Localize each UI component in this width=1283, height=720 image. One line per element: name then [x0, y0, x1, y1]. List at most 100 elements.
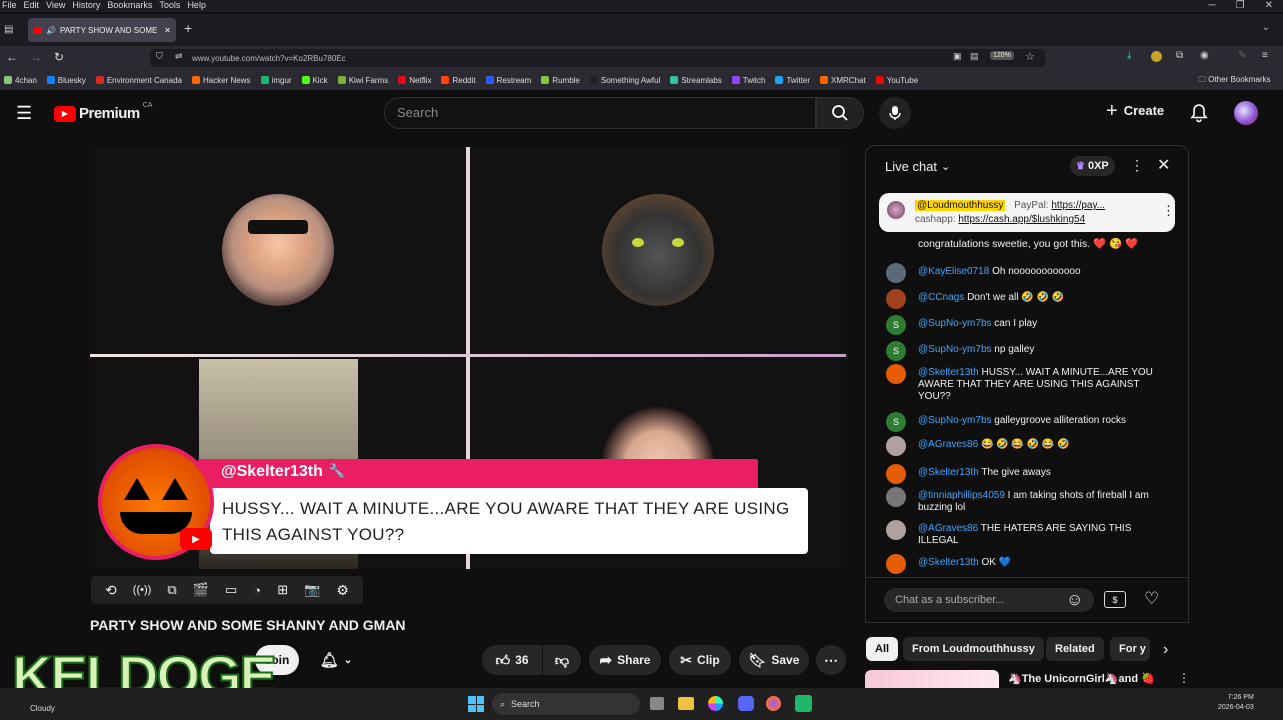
extension-icon[interactable] [1151, 51, 1162, 62]
audio-icon[interactable]: 🔊 [46, 26, 56, 35]
bookmark-item[interactable]: 4chan [4, 76, 37, 85]
theater-icon[interactable]: ▭ [225, 582, 237, 598]
chat-username[interactable]: @AGraves86 [918, 439, 978, 450]
youtube-logo[interactable]: ▶ Premium CA [54, 102, 152, 122]
chat-username[interactable]: @SupNo-ym7bs [918, 318, 992, 329]
menu-bookmarks[interactable]: Bookmarks [107, 0, 152, 12]
pen-icon[interactable]: ✎ [1238, 50, 1246, 61]
loop-icon[interactable]: ⟲ [105, 582, 117, 599]
pinned-link2[interactable]: https://cash.app/$lushking54 [958, 214, 1085, 225]
bookmark-item[interactable]: Netflix [398, 76, 431, 85]
filter-chip[interactable]: For y [1110, 637, 1150, 661]
hamburger-menu-icon[interactable]: ≡ [1262, 50, 1268, 61]
forward-icon[interactable]: → [30, 50, 42, 64]
account-avatar[interactable] [1234, 101, 1258, 125]
chevron-right-icon[interactable]: › [1163, 641, 1168, 659]
add-clip-icon[interactable]: ⊞ [277, 582, 288, 598]
chat-username[interactable]: @Skelter13th [918, 367, 979, 378]
new-tab-icon[interactable]: + [184, 20, 192, 36]
other-bookmarks[interactable]: 🗀 Other Bookmarks [1198, 74, 1270, 88]
permissions-icon[interactable]: ⇌ [175, 51, 183, 62]
discord-icon[interactable] [738, 696, 754, 711]
chat-message[interactable]: @AGraves86 THE HATERS ARE SAYING THIS IL… [886, 520, 1171, 548]
shield-icon[interactable]: ⛉ [156, 51, 163, 62]
copilot-icon[interactable] [708, 696, 723, 711]
dislike-button[interactable]: 👎︎ [543, 645, 581, 675]
speed-icon[interactable]: ◔ [253, 583, 261, 598]
close-tab-icon[interactable]: ✕ [164, 26, 171, 35]
picture-icon[interactable]: ▣ [953, 51, 962, 62]
chat-username[interactable]: @CCnags [918, 292, 964, 303]
chat-username[interactable]: @SupNo-ym7bs [918, 344, 992, 355]
bookmark-item[interactable]: Kick [301, 76, 328, 85]
minimize-icon[interactable]: ─ [1209, 0, 1216, 14]
reader-view-icon[interactable]: ▤ [970, 51, 979, 62]
camera-icon[interactable]: 📷 [304, 582, 320, 598]
more-actions-button[interactable]: ⋯ [816, 645, 846, 675]
chat-message[interactable]: @KayElise0718 Oh noooooooooooo [886, 263, 1171, 283]
search-input[interactable]: Search [384, 97, 816, 129]
maximize-icon[interactable]: ❐ [1236, 0, 1245, 14]
clip-button[interactable]: ✂ Clip [669, 645, 731, 675]
bookmark-item[interactable]: imgur [260, 76, 292, 85]
file-explorer-icon[interactable] [678, 697, 694, 710]
bookmark-item[interactable]: Rumble [541, 76, 580, 85]
like-button[interactable]: 👍︎ 36 [482, 645, 542, 675]
bookmark-item[interactable]: YouTube [875, 76, 918, 85]
close-window-icon[interactable]: ✕ [1265, 0, 1273, 14]
filter-chip[interactable]: All [866, 637, 899, 661]
menu-edit[interactable]: Edit [24, 0, 40, 12]
live-icon[interactable]: ((•)) [133, 584, 152, 596]
pinned-more-icon[interactable]: ⋮ [1162, 203, 1175, 219]
app-icon[interactable] [795, 695, 812, 712]
chat-message[interactable]: @Skelter13th HUSSY... WAIT A MINUTE...AR… [886, 364, 1171, 402]
tab-list-icon[interactable]: ▤ [4, 24, 13, 35]
recommended-more-icon[interactable]: ⋮ [1178, 671, 1190, 685]
super-chat-icon[interactable]: $ [1104, 591, 1126, 608]
gear-icon[interactable]: ⚙ [336, 582, 349, 599]
chat-message[interactable]: S @SupNo-ym7bs can I play [886, 315, 1171, 335]
live-chat-mode-dropdown[interactable]: Live chat ⌄ [885, 159, 950, 174]
back-icon[interactable]: ← [6, 50, 18, 64]
search-button[interactable] [816, 97, 864, 129]
menu-history[interactable]: History [72, 0, 100, 12]
heart-icon[interactable]: ♡ [1144, 589, 1159, 609]
account-icon[interactable]: ◉ [1200, 50, 1209, 61]
puzzle-icon[interactable]: ⧉ [1176, 50, 1183, 61]
guide-menu-icon[interactable]: ☰ [16, 103, 32, 124]
chat-message[interactable]: @tinniaphillips4059 I am taking shots of… [886, 487, 1171, 515]
menu-file[interactable]: File [2, 0, 17, 12]
notification-bell-button[interactable]: 🔔︎ ⌄ [306, 645, 366, 675]
chevron-down-icon[interactable]: ⌄ [1262, 22, 1270, 33]
recommended-title[interactable]: 🦄The UnicornGirl🦄and 🍓 [1008, 672, 1155, 685]
chat-username[interactable]: @tinniaphillips4059 [918, 490, 1005, 501]
share-button[interactable]: ➦ Share [589, 645, 661, 675]
bookmark-item[interactable]: Reddit [441, 76, 476, 85]
bookmark-item[interactable]: Hacker News [191, 76, 251, 85]
xp-badge[interactable]: ♛ 0XP [1070, 156, 1115, 176]
menu-tools[interactable]: Tools [159, 0, 180, 12]
reload-icon[interactable]: ↻ [54, 50, 64, 64]
save-button[interactable]: 🔖︎ Save [739, 645, 809, 675]
chat-more-icon[interactable]: ⋮ [1130, 157, 1144, 174]
menu-help[interactable]: Help [187, 0, 206, 12]
pinned-message[interactable]: @Loudmouthhussy PayPal: https://pay... c… [879, 193, 1175, 232]
voice-search-button[interactable] [879, 97, 911, 129]
browser-tab[interactable]: 🔊 PARTY SHOW AND SOME S ✕ [28, 18, 176, 42]
miniplayer-icon[interactable]: ⧉ [167, 582, 176, 598]
chat-input[interactable]: Chat as a subscriber... [884, 588, 1094, 612]
chat-message[interactable]: @CCnags Don't we all 🤣 🤣 🤣 [886, 289, 1171, 309]
download-icon[interactable]: ⤓ [1127, 50, 1131, 61]
taskbar-search[interactable]: ⌕ Search [492, 693, 640, 715]
bookmark-item[interactable]: Bluesky [46, 76, 86, 85]
bookmark-star-icon[interactable]: ☆ [1025, 50, 1035, 63]
windows-start-icon[interactable] [468, 696, 484, 712]
notifications-button[interactable] [1190, 103, 1208, 128]
url-bar[interactable]: www.youtube.com/watch?v=Ko2RBu780Ec [150, 49, 1045, 67]
firefox-icon[interactable] [766, 696, 781, 711]
chat-message[interactable]: @Skelter13th OK 💙 [886, 554, 1171, 574]
bookmark-item[interactable]: Restream [485, 76, 531, 85]
chat-username[interactable]: @Skelter13th [918, 467, 979, 478]
clapper-icon[interactable]: 🎬 [193, 582, 209, 598]
filter-chip[interactable]: Related [1046, 637, 1104, 661]
